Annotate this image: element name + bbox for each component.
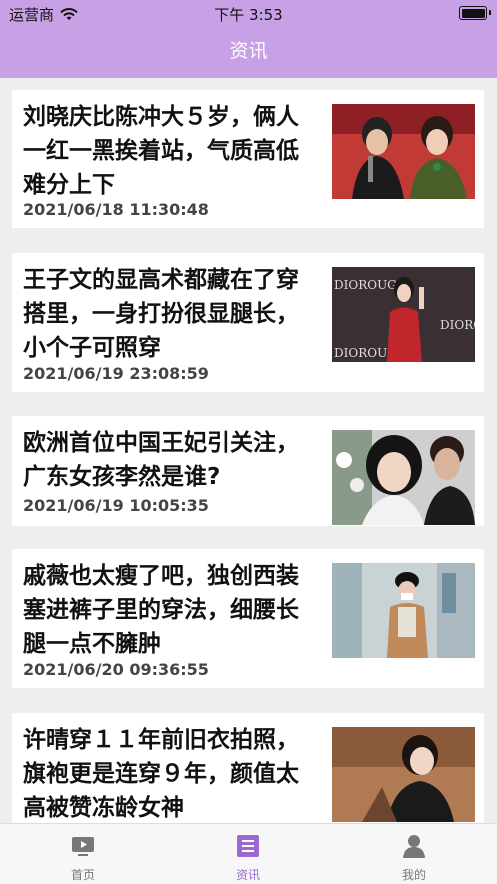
news-list-icon [237,835,259,857]
news-thumbnail [332,563,475,658]
news-card[interactable]: 戚薇也太瘦了吧，独创西装塞进裤子里的穿法，细腰长腿一点不臃肿 2021/06/2… [12,549,484,688]
tab-label: 资讯 [235,868,260,882]
thumb-brand-text: DIOROUGE [440,318,475,332]
battery-icon [459,6,491,20]
tab-mine[interactable]: 我的 [354,824,474,884]
tab-bar: 首页 资讯 我的 [0,823,497,884]
news-thumbnail [332,104,475,199]
news-card[interactable]: 刘晓庆比陈冲大５岁，俩人一红一黑挨着站，气质高低难分上下 2021/06/18 … [12,90,484,228]
news-card[interactable]: 欧洲首位中国王妃引关注，广东女孩李然是谁? 2021/06/19 10:05:3… [12,416,484,526]
news-title: 刘晓庆比陈冲大５岁，俩人一红一黑挨着站，气质高低难分上下 [23,104,299,198]
tab-label: 我的 [401,868,426,882]
news-date: 2021/06/18 11:30:48 [23,200,209,219]
news-thumbnail: DIOROUGE DIOROUGE DIOROUGE [332,267,475,362]
status-bar: 运营商 下午 3:53 [0,0,497,28]
news-date: 2021/06/19 10:05:35 [23,496,209,515]
tab-label: 首页 [70,868,95,882]
page-title: 资讯 [229,40,268,62]
news-title: 许晴穿１１年前旧衣拍照，旗袍更是连穿９年，颜值太高被赞冻龄女神 [23,727,299,821]
news-title: 欧洲首位中国王妃引关注，广东女孩李然是谁? [23,430,299,490]
news-card[interactable]: 许晴穿１１年前旧衣拍照，旗袍更是连穿９年，颜值太高被赞冻龄女神 [12,713,484,823]
news-list[interactable]: 刘晓庆比陈冲大５岁，俩人一红一黑挨着站，气质高低难分上下 2021/06/18 … [0,78,497,823]
news-title: 王子文的显高术都藏在了穿搭里，一身打扮很显腿长，小个子可照穿 [23,267,299,361]
tab-news[interactable]: 资讯 [188,824,308,884]
status-time: 下午 3:53 [214,6,283,24]
video-play-icon [72,837,94,856]
news-card[interactable]: 王子文的显高术都藏在了穿搭里，一身打扮很显腿长，小个子可照穿 2021/06/1… [12,253,484,392]
nav-bar: 资讯 [0,28,497,78]
news-thumbnail [332,430,475,525]
news-thumbnail [332,727,475,822]
news-date: 2021/06/19 23:08:59 [23,364,209,383]
news-title: 戚薇也太瘦了吧，独创西装塞进裤子里的穿法，细腰长腿一点不臃肿 [23,563,299,657]
news-date: 2021/06/20 09:36:55 [23,660,209,679]
person-icon [403,835,425,858]
tab-home[interactable]: 首页 [23,824,143,884]
